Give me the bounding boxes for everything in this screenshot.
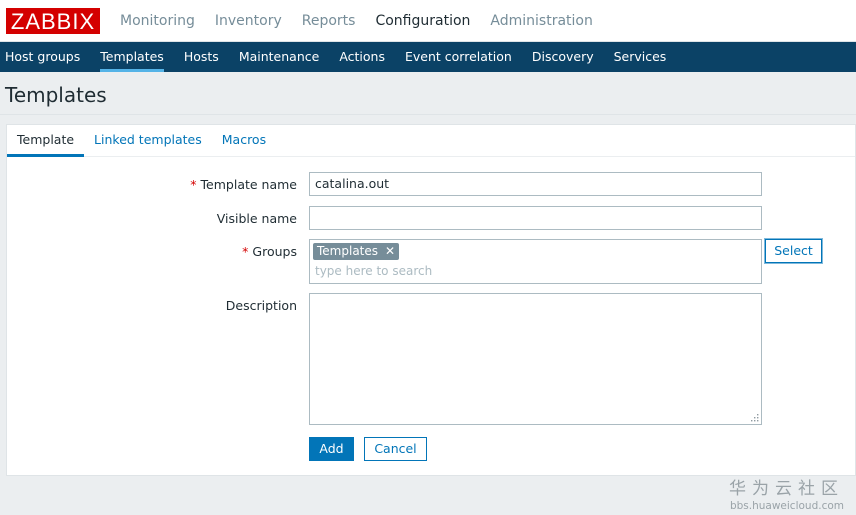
template-form-panel: Template Linked templates Macros * Templa… <box>6 124 856 476</box>
sub-menu-hosts[interactable]: Hosts <box>174 42 229 72</box>
main-menu-monitoring[interactable]: Monitoring <box>110 0 205 42</box>
sub-menu: Host groups Templates Hosts Maintenance … <box>0 42 856 72</box>
required-marker: * <box>190 177 197 192</box>
groups-label-text: Groups <box>252 244 297 259</box>
watermark-title: 华为云社区 <box>729 479 844 499</box>
main-menu-inventory[interactable]: Inventory <box>205 0 292 42</box>
form-tabs: Template Linked templates Macros <box>7 125 855 157</box>
sub-menu-services[interactable]: Services <box>604 42 677 72</box>
watermark: 华为云社区 bbs.huaweicloud.com <box>729 474 844 512</box>
sub-menu-event-correlation[interactable]: Event correlation <box>395 42 522 72</box>
zabbix-logo[interactable]: ZABBIX <box>6 7 100 34</box>
visible-name-label: Visible name <box>216 211 297 226</box>
add-button[interactable]: Add <box>309 437 354 461</box>
resize-grip-icon[interactable] <box>751 414 759 422</box>
tab-macros[interactable]: Macros <box>212 125 276 156</box>
group-chip-label: Templates <box>317 244 379 258</box>
required-marker: * <box>242 244 249 259</box>
group-chip-templates: Templates ✕ <box>313 243 400 260</box>
visible-name-input[interactable] <box>309 206 762 230</box>
main-menu: Monitoring Inventory Reports Configurati… <box>110 0 603 42</box>
sub-menu-templates[interactable]: Templates <box>90 42 174 72</box>
main-menu-reports[interactable]: Reports <box>292 0 366 42</box>
template-name-input[interactable]: catalina.out <box>309 172 762 196</box>
tab-template[interactable]: Template <box>7 125 85 157</box>
groups-search-input[interactable]: type here to search <box>315 264 432 278</box>
main-menu-administration[interactable]: Administration <box>480 0 602 42</box>
description-textarea[interactable] <box>309 293 762 425</box>
description-label: Description <box>225 298 297 313</box>
select-groups-button[interactable]: Select <box>765 239 822 263</box>
sub-menu-host-groups[interactable]: Host groups <box>0 42 90 72</box>
cancel-button[interactable]: Cancel <box>364 437 427 461</box>
sub-menu-maintenance[interactable]: Maintenance <box>229 42 330 72</box>
groups-label: * Groups <box>242 244 297 259</box>
watermark-url: bbs.huaweicloud.com <box>729 500 844 512</box>
page-title: Templates <box>0 72 856 115</box>
tab-linked-templates[interactable]: Linked templates <box>84 125 212 156</box>
sub-menu-discovery[interactable]: Discovery <box>522 42 604 72</box>
template-name-label-text: Template name <box>200 177 297 192</box>
close-icon[interactable]: ✕ <box>385 243 395 260</box>
top-bar: ZABBIX Monitoring Inventory Reports Conf… <box>0 0 856 42</box>
template-name-label: * Template name <box>190 177 297 192</box>
groups-multiselect[interactable]: Templates ✕ type here to search <box>309 239 762 284</box>
sub-menu-actions[interactable]: Actions <box>329 42 395 72</box>
main-menu-configuration[interactable]: Configuration <box>365 0 480 42</box>
